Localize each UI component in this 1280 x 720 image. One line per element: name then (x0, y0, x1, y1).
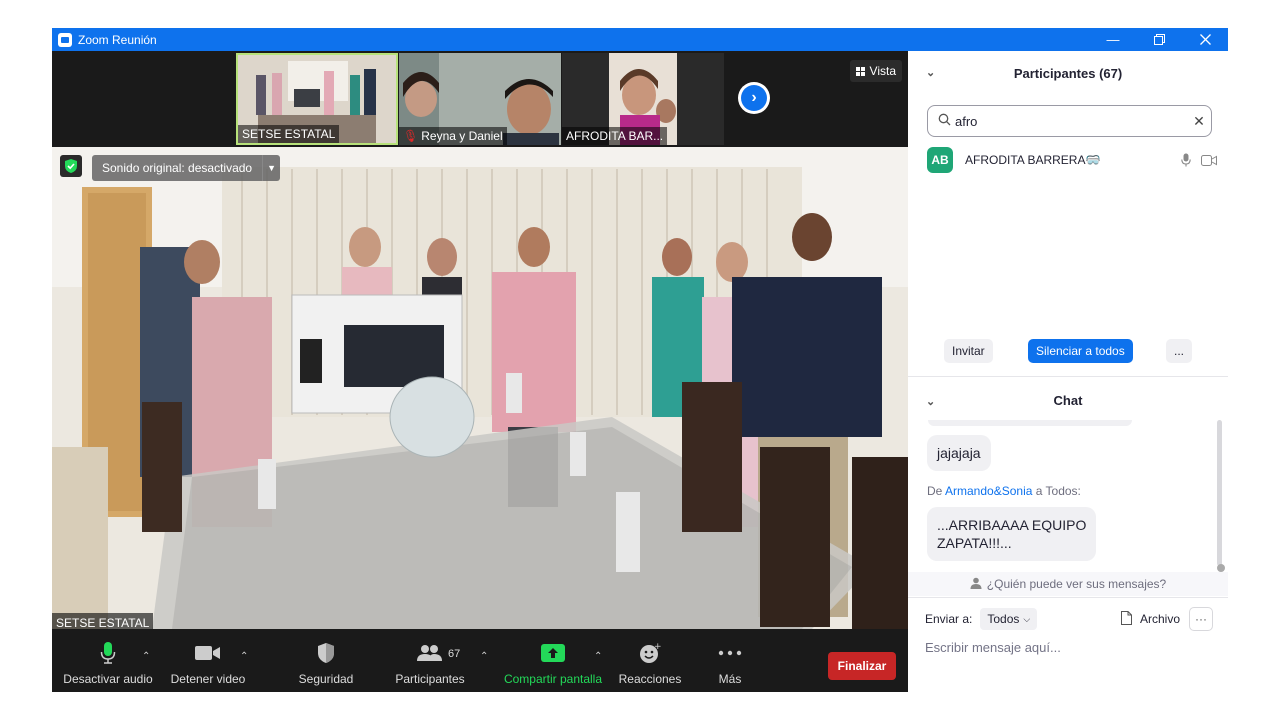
title-bar: Zoom Reunión — (52, 28, 1228, 51)
end-meeting-button[interactable]: Finalizar (828, 652, 896, 680)
file-icon (1121, 610, 1132, 628)
send-to-label: Enviar a: (925, 612, 973, 626)
share-options-caret[interactable]: ⌃ (594, 651, 602, 662)
audio-options-caret[interactable]: ⌃ (142, 651, 150, 662)
video-area: SETSE ESTATAL 🎙 Reyna y Daniel AFRODITA … (52, 51, 908, 692)
microphone-icon (100, 640, 116, 666)
stop-video-button[interactable]: Detener video (168, 629, 248, 692)
chat-message-input[interactable]: Escribir mensaje aquí... (925, 640, 1215, 660)
close-icon (1199, 34, 1211, 45)
scroll-indicator (1217, 564, 1225, 572)
chevron-down-icon: ⌵ (1023, 613, 1031, 624)
send-to-select[interactable]: Todos ⌵ (980, 608, 1038, 630)
send-to-row: Enviar a: Todos ⌵ Archivo ··· (925, 607, 1225, 631)
chat-title: Chat (1053, 392, 1083, 408)
security-label: Seguridad (298, 672, 354, 686)
participants-header: ⌄ Participantes (67) (908, 51, 1228, 95)
avatar: AB (927, 147, 953, 173)
minimize-button[interactable]: — (1090, 28, 1136, 51)
person-icon (970, 577, 982, 592)
smiley-icon: + (639, 640, 661, 666)
security-shield-icon (317, 640, 335, 666)
window-title: Zoom Reunión (78, 32, 157, 47)
thumbnail-strip: SETSE ESTATAL 🎙 Reyna y Daniel AFRODITA … (52, 51, 908, 147)
participant-search-input[interactable]: afro ✕ (927, 105, 1212, 137)
search-icon (938, 113, 951, 129)
participants-actions: Invitar Silenciar a todos ... (908, 339, 1228, 365)
grid-view-icon (855, 66, 865, 76)
video-camera-icon[interactable] (1201, 154, 1217, 166)
reactions-label: Reacciones (618, 672, 682, 686)
next-page-button[interactable]: › (738, 82, 770, 114)
participant-row[interactable]: AB AFRODITA BARRERA🥽 (927, 147, 1217, 173)
chevron-down-icon[interactable]: ▼ (262, 155, 280, 181)
chat-more-button[interactable]: ··· (1189, 607, 1213, 631)
more-dots-icon (718, 640, 742, 666)
main-video: Sonido original: desactivado ▼ (52, 147, 908, 629)
clear-search-icon[interactable]: ✕ (1187, 113, 1211, 130)
video-camera-icon (195, 640, 221, 666)
file-button[interactable]: Archivo (1121, 607, 1180, 631)
side-panel: ⌄ Participantes (67) afro ✕ AB AFRODITA … (908, 51, 1228, 692)
chat-messages: jajajaja De Armando&Sonia a Todos: ...AR… (908, 420, 1228, 572)
participants-button[interactable]: Participantes (392, 629, 468, 692)
chat-header: ⌄ Chat (908, 380, 1228, 420)
thumbnail-setse[interactable]: SETSE ESTATAL (236, 53, 398, 145)
divider (908, 597, 1228, 598)
restore-button[interactable] (1136, 28, 1182, 51)
participants-title: Participantes (67) (1013, 65, 1123, 81)
security-button[interactable]: Seguridad (292, 629, 360, 692)
chat-message: jajajaja (927, 435, 991, 471)
microphone-icon[interactable] (1181, 153, 1191, 167)
thumbnail-label: AFRODITA BAR... (562, 127, 668, 145)
participants-options-caret[interactable]: ⌃ (480, 651, 488, 662)
svg-text:+: + (654, 642, 661, 652)
muted-mic-icon: 🎙 (403, 129, 419, 143)
mute-audio-button[interactable]: Desactivar audio (62, 629, 154, 692)
chat-sender[interactable]: Armando&Sonia (945, 484, 1032, 498)
who-can-see-label: ¿Quién puede ver sus mensajes? (986, 577, 1167, 591)
invite-button[interactable]: Invitar (944, 339, 993, 363)
view-label: Vista (869, 64, 896, 78)
share-screen-icon (541, 640, 565, 666)
mute-all-button[interactable]: Silenciar a todos (1028, 339, 1133, 363)
more-label: Más (718, 672, 742, 686)
original-sound-toggle[interactable]: Sonido original: desactivado ▼ (92, 155, 281, 181)
chevron-right-icon: › (741, 85, 767, 111)
participants-label: Participantes (395, 672, 465, 686)
reactions-button[interactable]: + Reacciones (616, 629, 684, 692)
divider (908, 376, 1228, 377)
view-button[interactable]: Vista (849, 60, 902, 82)
thumbnail-afrodita[interactable]: AFRODITA BAR... (562, 53, 724, 145)
previous-message-bubble (928, 420, 1132, 426)
zoom-window: Zoom Reunión — SETSE ESTATAL 🎙 Reyna y D… (52, 28, 1228, 692)
participant-name: AFRODITA BARRERA🥽 (965, 153, 1101, 167)
more-button[interactable]: Más (702, 629, 758, 692)
stop-video-label: Detener video (170, 672, 246, 686)
chevron-down-icon[interactable]: ⌄ (926, 66, 935, 79)
zoom-logo-icon (58, 32, 72, 47)
participants-more-button[interactable]: ... (1166, 339, 1193, 363)
chevron-down-icon[interactable]: ⌄ (926, 395, 935, 408)
restore-icon (1153, 34, 1165, 45)
meeting-toolbar: Desactivar audio ⌃ Detener video ⌃ Segur… (52, 629, 908, 692)
chat-scrollbar[interactable] (1217, 420, 1222, 566)
security-shield-icon[interactable] (60, 155, 82, 177)
meeting-room-video-image (52, 147, 908, 629)
video-options-caret[interactable]: ⌃ (240, 651, 248, 662)
thumbnail-label: SETSE ESTATAL (238, 125, 340, 143)
participants-icon (417, 640, 443, 666)
chat-sender-line: De Armando&Sonia a Todos: (927, 484, 1081, 498)
close-window-button[interactable] (1182, 28, 1228, 51)
participants-count: 67 (448, 648, 461, 660)
search-value: afro (955, 113, 978, 129)
thumbnail-label: 🎙 Reyna y Daniel (399, 127, 507, 145)
share-screen-button[interactable]: Compartir pantalla (502, 629, 604, 692)
who-can-see-link[interactable]: ¿Quién puede ver sus mensajes? (908, 572, 1228, 596)
share-screen-label: Compartir pantalla (503, 672, 603, 686)
mute-audio-label: Desactivar audio (63, 672, 153, 686)
thumbnail-reyna-daniel[interactable]: 🎙 Reyna y Daniel (399, 53, 561, 145)
chat-message: ...ARRIBAAAA EQUIPO ZAPATA!!!... (927, 507, 1097, 561)
original-sound-label: Sonido original: desactivado (102, 161, 253, 175)
